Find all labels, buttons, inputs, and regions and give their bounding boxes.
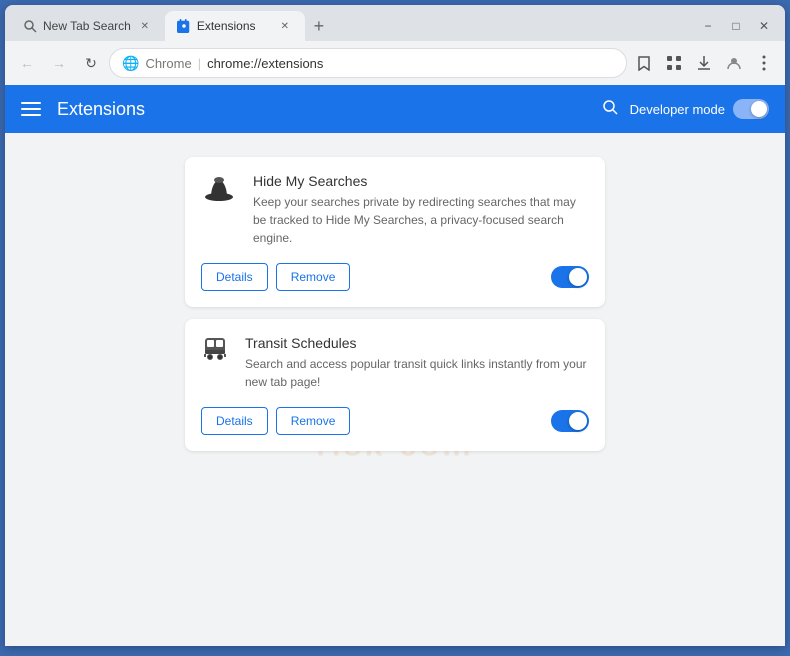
user-avatar[interactable] [721, 50, 747, 76]
card-bottom-1: Details Remove [201, 263, 589, 291]
ext-desc-2: Search and access popular transit quick … [245, 355, 589, 391]
menu-icon[interactable] [751, 50, 777, 76]
close-button[interactable]: ✕ [751, 16, 777, 36]
address-bar-row: ← → ↻ 🌐 Chrome | chrome://extensions [5, 41, 785, 85]
transit-schedules-icon [201, 335, 229, 363]
address-url: chrome://extensions [207, 56, 614, 71]
address-box[interactable]: 🌐 Chrome | chrome://extensions [109, 48, 627, 78]
developer-mode-area: Developer mode [602, 99, 769, 120]
extensions-title: Extensions [57, 99, 602, 120]
extensions-toolbar-icon[interactable] [661, 50, 687, 76]
main-content: risk·com Hide My Searches [5, 133, 785, 646]
tab-2-label: Extensions [197, 19, 271, 33]
window-controls: − □ ✕ [695, 11, 785, 41]
hamburger-menu[interactable] [21, 102, 41, 116]
title-bar: New Tab Search ✕ Extensions ✕ + − □ ✕ [5, 5, 785, 41]
ext-info-2: Transit Schedules Search and access popu… [245, 335, 589, 391]
card-top-1: Hide My Searches Keep your searches priv… [201, 173, 589, 247]
developer-mode-label: Developer mode [630, 102, 725, 117]
download-icon[interactable] [691, 50, 717, 76]
new-tab-button[interactable]: + [305, 12, 333, 40]
globe-icon: 🌐 [122, 55, 139, 72]
remove-button-1[interactable]: Remove [276, 263, 351, 291]
remove-button-2[interactable]: Remove [276, 407, 351, 435]
hide-my-searches-icon [201, 173, 237, 201]
toggle-2[interactable] [551, 410, 589, 432]
minimize-button[interactable]: − [695, 16, 721, 36]
extension-card-transit-schedules: Transit Schedules Search and access popu… [185, 319, 605, 451]
card-top-2: Transit Schedules Search and access popu… [201, 335, 589, 391]
toggle-1[interactable] [551, 266, 589, 288]
forward-button[interactable]: → [45, 49, 73, 77]
details-button-1[interactable]: Details [201, 263, 268, 291]
ext-name-2: Transit Schedules [245, 335, 589, 351]
maximize-button[interactable]: □ [723, 16, 749, 36]
extensions-list: Hide My Searches Keep your searches priv… [185, 157, 605, 451]
bookmark-icon[interactable] [631, 50, 657, 76]
toggle-knob [751, 101, 767, 117]
address-protocol: Chrome [145, 56, 191, 71]
ext-info-1: Hide My Searches Keep your searches priv… [253, 173, 589, 247]
tab-extensions[interactable]: Extensions ✕ [165, 11, 305, 41]
extension-card-hide-my-searches: Hide My Searches Keep your searches priv… [185, 157, 605, 307]
details-button-2[interactable]: Details [201, 407, 268, 435]
reload-button[interactable]: ↻ [77, 49, 105, 77]
address-separator: | [198, 56, 201, 71]
toggle-knob-2 [569, 412, 587, 430]
tab-1-close[interactable]: ✕ [137, 18, 153, 34]
toggle-knob-1 [569, 268, 587, 286]
header-search-icon[interactable] [602, 99, 618, 120]
ext-name-1: Hide My Searches [253, 173, 589, 189]
tab-extensions-icon [177, 19, 191, 33]
ext-desc-1: Keep your searches private by redirectin… [253, 193, 589, 247]
tab-2-close[interactable]: ✕ [277, 18, 293, 34]
card-bottom-2: Details Remove [201, 407, 589, 435]
developer-mode-toggle[interactable] [733, 99, 769, 119]
tab-1-label: New Tab Search [43, 19, 131, 33]
tab-search-icon [23, 19, 37, 33]
extensions-header: Extensions Developer mode [5, 85, 785, 133]
tab-new-tab-search[interactable]: New Tab Search ✕ [11, 11, 165, 41]
address-right-icons [631, 50, 777, 76]
browser-window: New Tab Search ✕ Extensions ✕ + − □ ✕ ← … [5, 5, 785, 646]
back-button[interactable]: ← [13, 49, 41, 77]
